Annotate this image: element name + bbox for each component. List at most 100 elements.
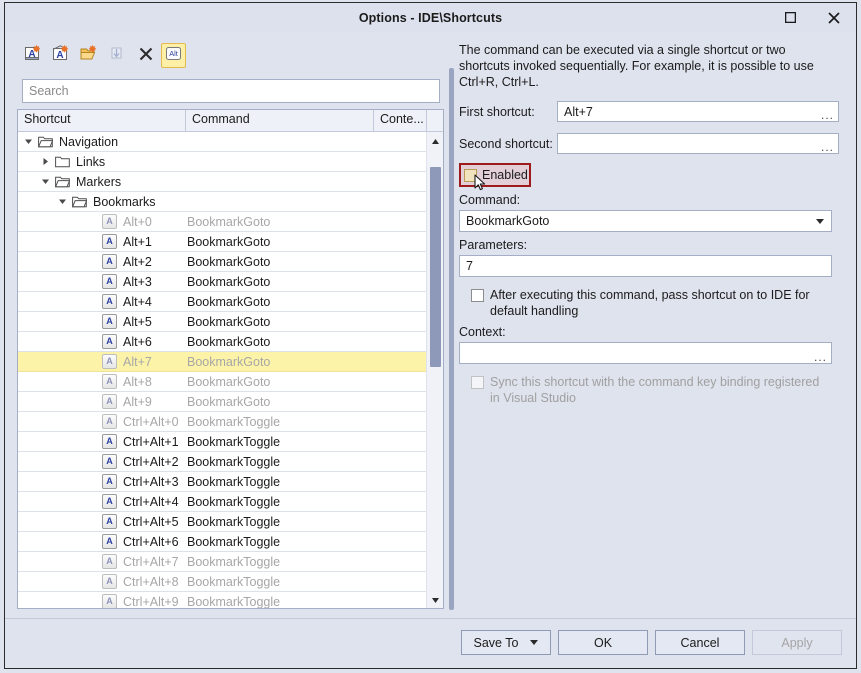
apply-button[interactable]: Apply bbox=[752, 630, 842, 655]
shortcut-text: Ctrl+Alt+5 bbox=[123, 514, 179, 529]
table-row[interactable]: A Alt+6 BookmarkGoto bbox=[18, 332, 426, 352]
list-rows: Navigation Links Markers Bookmarks A Alt+0 Boo… bbox=[18, 132, 426, 608]
chevron-down-icon bbox=[431, 593, 440, 607]
chevron-down-icon[interactable] bbox=[55, 193, 70, 211]
table-row[interactable]: A Ctrl+Alt+0 BookmarkToggle bbox=[18, 412, 426, 432]
letter-a-edit-icon: A bbox=[52, 44, 71, 66]
shortcut-text: Alt+5 bbox=[123, 314, 152, 329]
shortcut-key-icon: A bbox=[102, 394, 117, 409]
table-row[interactable]: A Ctrl+Alt+9 BookmarkToggle bbox=[18, 592, 426, 608]
enabled-checkbox[interactable] bbox=[464, 168, 477, 182]
cell-shortcut: A Alt+5 bbox=[18, 314, 186, 329]
table-row[interactable]: A Alt+9 BookmarkGoto bbox=[18, 392, 426, 412]
column-header-command[interactable]: Command bbox=[186, 110, 374, 131]
cell-shortcut: A Ctrl+Alt+4 bbox=[18, 494, 186, 509]
shortcut-key-icon: A bbox=[102, 554, 117, 569]
table-row[interactable]: A Alt+0 BookmarkGoto bbox=[18, 212, 426, 232]
scroll-down-button[interactable] bbox=[427, 591, 443, 608]
title-bar: Options - IDE\Shortcuts bbox=[5, 3, 856, 32]
cell-command: BookmarkGoto bbox=[187, 254, 271, 269]
table-row[interactable]: A Ctrl+Alt+7 BookmarkToggle bbox=[18, 552, 426, 572]
cell-shortcut: A Alt+6 bbox=[18, 334, 186, 349]
first-shortcut-field[interactable]: Alt+7 ... bbox=[557, 101, 839, 122]
chevron-down-icon[interactable] bbox=[816, 219, 824, 224]
table-row[interactable]: A Ctrl+Alt+8 BookmarkToggle bbox=[18, 572, 426, 592]
command-combobox[interactable]: BookmarkGoto bbox=[459, 210, 832, 232]
table-row[interactable]: A Ctrl+Alt+3 BookmarkToggle bbox=[18, 472, 426, 492]
open-folder-button[interactable] bbox=[77, 43, 102, 68]
shortcut-key-icon: A bbox=[102, 414, 117, 429]
cell-command: BookmarkGoto bbox=[187, 294, 271, 309]
table-row[interactable]: A Alt+2 BookmarkGoto bbox=[18, 252, 426, 272]
table-row[interactable]: A Alt+5 BookmarkGoto bbox=[18, 312, 426, 332]
column-header-context[interactable]: Conte... bbox=[374, 110, 427, 131]
letter-a-add-icon: A bbox=[24, 44, 43, 66]
shortcut-key-icon: A bbox=[102, 454, 117, 469]
table-row[interactable]: A Ctrl+Alt+5 BookmarkToggle bbox=[18, 512, 426, 532]
pane-splitter[interactable] bbox=[449, 68, 454, 610]
add-shortcut-button[interactable]: A bbox=[21, 43, 46, 68]
chevron-right-icon[interactable] bbox=[38, 153, 53, 171]
scroll-up-button[interactable] bbox=[427, 132, 443, 149]
ok-button[interactable]: OK bbox=[558, 630, 648, 655]
list-vertical-scrollbar[interactable] bbox=[426, 132, 443, 608]
table-row[interactable]: A Ctrl+Alt+1 BookmarkToggle bbox=[18, 432, 426, 452]
chevron-down-icon[interactable] bbox=[21, 133, 36, 151]
pass-shortcut-checkbox[interactable] bbox=[471, 289, 484, 302]
table-row[interactable]: A Alt+3 BookmarkGoto bbox=[18, 272, 426, 292]
context-field[interactable]: ... bbox=[459, 342, 832, 364]
table-row[interactable]: A Alt+4 BookmarkGoto bbox=[18, 292, 426, 312]
sync-shortcut-row: Sync this shortcut with the command key … bbox=[459, 374, 832, 406]
table-row[interactable]: A Alt+1 BookmarkGoto bbox=[18, 232, 426, 252]
chevron-down-icon[interactable] bbox=[38, 173, 53, 191]
tree-node-row[interactable]: Links bbox=[18, 152, 426, 172]
second-shortcut-browse-button[interactable]: ... bbox=[821, 141, 834, 153]
alt-filter-toggle[interactable]: Alt bbox=[161, 42, 186, 68]
shortcut-text: Alt+7 bbox=[123, 354, 152, 369]
shortcut-key-icon: A bbox=[102, 254, 117, 269]
details-hint-text: The command can be executed via a single… bbox=[459, 43, 814, 89]
save-to-button[interactable]: Save To bbox=[461, 630, 551, 655]
tree-node-row[interactable]: Markers bbox=[18, 172, 426, 192]
tree-node-row[interactable]: Bookmarks bbox=[18, 192, 426, 212]
table-row[interactable]: A Ctrl+Alt+2 BookmarkToggle bbox=[18, 452, 426, 472]
import-button[interactable] bbox=[105, 43, 130, 68]
first-shortcut-value: Alt+7 bbox=[564, 104, 593, 119]
save-to-label: Save To bbox=[473, 635, 519, 650]
cell-shortcut: A Ctrl+Alt+2 bbox=[18, 454, 186, 469]
cell-shortcut: Bookmarks bbox=[18, 193, 186, 211]
cell-command: BookmarkGoto bbox=[187, 374, 271, 389]
column-header-shortcut[interactable]: Shortcut bbox=[18, 110, 186, 131]
cancel-button[interactable]: Cancel bbox=[655, 630, 745, 655]
import-arrow-icon bbox=[108, 44, 127, 66]
cell-command: BookmarkToggle bbox=[187, 454, 281, 469]
table-row[interactable]: A Ctrl+Alt+4 BookmarkToggle bbox=[18, 492, 426, 512]
open-folder-add-icon bbox=[80, 44, 99, 66]
cell-command: BookmarkGoto bbox=[187, 354, 271, 369]
context-browse-button[interactable]: ... bbox=[814, 351, 827, 363]
search-container bbox=[17, 74, 444, 108]
shortcut-text: Alt+3 bbox=[123, 274, 152, 289]
cell-command: BookmarkGoto bbox=[187, 214, 271, 229]
sync-shortcut-checkbox bbox=[471, 376, 484, 389]
table-row[interactable]: A Alt+8 BookmarkGoto bbox=[18, 372, 426, 392]
table-row[interactable]: A Alt+7 BookmarkGoto bbox=[18, 352, 426, 372]
parameters-field[interactable]: 7 bbox=[459, 255, 832, 277]
first-shortcut-browse-button[interactable]: ... bbox=[821, 109, 834, 121]
delete-button[interactable] bbox=[133, 43, 158, 68]
second-shortcut-field[interactable]: ... bbox=[557, 133, 839, 154]
edit-shortcut-button[interactable]: A bbox=[49, 43, 74, 68]
shortcuts-pane: A A Alt Search Shortcut Command Conte...… bbox=[17, 39, 444, 613]
table-row[interactable]: A Ctrl+Alt+6 BookmarkToggle bbox=[18, 532, 426, 552]
cell-shortcut: Links bbox=[18, 153, 186, 171]
shortcut-text: Alt+6 bbox=[123, 334, 152, 349]
close-button[interactable] bbox=[812, 3, 856, 32]
close-x-icon bbox=[138, 46, 154, 65]
shortcut-key-icon: A bbox=[102, 434, 117, 449]
folder-open-icon bbox=[36, 135, 55, 148]
tree-node-row[interactable]: Navigation bbox=[18, 132, 426, 152]
svg-text:Alt: Alt bbox=[169, 49, 178, 58]
scrollbar-thumb[interactable] bbox=[430, 167, 441, 367]
search-input[interactable] bbox=[22, 79, 440, 103]
maximize-button[interactable] bbox=[768, 3, 812, 32]
